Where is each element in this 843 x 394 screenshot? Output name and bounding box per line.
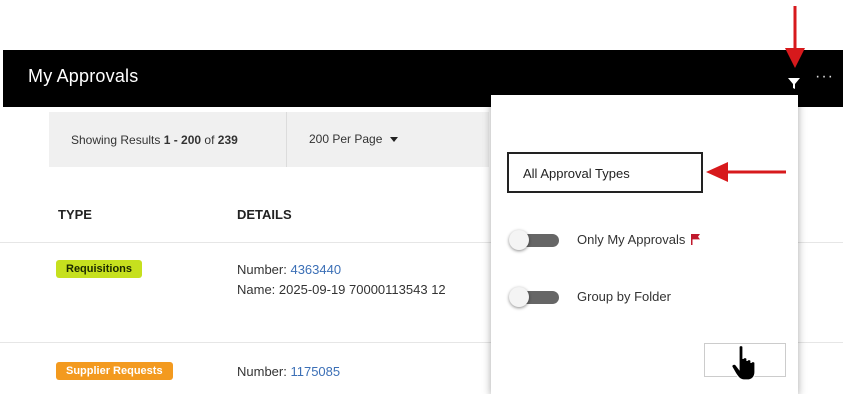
group-by-folder-label: Group by Folder — [577, 289, 671, 304]
hand-cursor-icon — [731, 344, 756, 381]
number-link[interactable]: 4363440 — [290, 262, 341, 277]
results-of: of — [201, 133, 218, 147]
group-by-folder-toggle[interactable] — [509, 287, 559, 307]
results-summary: Showing Results 1 - 200 of 239 — [71, 133, 238, 147]
per-page-label: 200 Per Page — [309, 132, 383, 146]
type-badge-requisitions: Requisitions — [56, 260, 143, 278]
annotation-arrow-down-icon — [785, 6, 805, 68]
results-range: 1 - 200 — [163, 133, 202, 147]
column-header-type: TYPE — [58, 207, 92, 222]
page-title: My Approvals — [28, 66, 139, 86]
annotation-arrow-left-icon — [706, 162, 786, 182]
approval-types-select[interactable]: All Approval Types — [507, 152, 703, 193]
results-prefix: Showing Results — [71, 133, 164, 147]
toggle-knob — [509, 287, 529, 307]
number-link[interactable]: 1175085 — [290, 364, 340, 379]
toggle-knob — [509, 230, 529, 250]
caret-down-icon — [390, 137, 399, 143]
number-label: Number: — [237, 364, 291, 379]
only-my-approvals-toggle[interactable] — [509, 230, 559, 250]
toggle-label: Only My Approvals — [577, 232, 701, 247]
per-page-dropdown[interactable]: 200 Per Page — [309, 132, 399, 146]
type-badge-supplier-requests: Supplier Requests — [56, 362, 173, 380]
red-flag-icon — [691, 234, 701, 245]
row-details: Number: 4363440 Name: 2025-09-19 7000011… — [237, 260, 446, 300]
name-value: 2025-09-19 70000113543 12 — [278, 282, 446, 297]
row-details: Number: 1175085 — [237, 362, 340, 382]
filter-icon[interactable] — [786, 75, 802, 91]
column-header-details: DETAILS — [237, 207, 292, 222]
number-label: Number: — [237, 262, 291, 277]
only-my-approvals-label: Only My Approvals — [577, 232, 686, 247]
results-toolbar: Showing Results 1 - 200 of 239 200 Per P… — [49, 112, 489, 167]
toolbar-divider — [286, 112, 287, 167]
results-total: 239 — [217, 133, 238, 147]
name-label: Name: — [237, 282, 279, 297]
more-options-icon[interactable]: ··· — [815, 68, 834, 86]
